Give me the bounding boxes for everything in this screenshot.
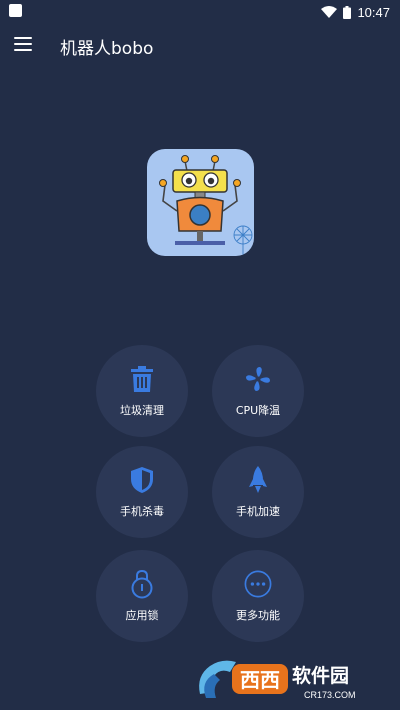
phone-boost-button[interactable]: 手机加速	[212, 446, 304, 538]
trash-icon	[128, 365, 156, 393]
more-features-button[interactable]: 更多功能	[212, 550, 304, 642]
robot-logo	[147, 149, 254, 256]
lock-icon	[128, 569, 156, 598]
status-icons: 10:47	[321, 3, 390, 21]
svg-text:CR173.COM: CR173.COM	[304, 690, 356, 700]
junk-clean-button[interactable]: 垃圾清理	[96, 345, 188, 437]
watermark-logo: 西西 软件园 CR173.COM	[196, 654, 386, 702]
notification-icon	[9, 4, 22, 17]
antivirus-button[interactable]: 手机杀毒	[96, 446, 188, 538]
rocket-icon	[244, 465, 272, 494]
app-lock-button[interactable]: 应用锁	[96, 550, 188, 642]
status-bar: 10:47	[0, 0, 400, 24]
battery-icon	[343, 5, 352, 19]
app-title: 机器人bobo	[60, 39, 154, 59]
feature-label: 手机杀毒	[120, 504, 164, 518]
status-time: 10:47	[357, 4, 390, 20]
wifi-icon	[321, 5, 338, 18]
svg-text:软件园: 软件园	[292, 664, 349, 687]
robot-illustration	[159, 155, 253, 255]
feature-label: 更多功能	[236, 608, 280, 622]
feature-label: CPU降温	[235, 403, 281, 417]
fan-icon	[244, 365, 272, 393]
feature-label: 手机加速	[236, 504, 280, 518]
shield-icon	[128, 466, 156, 494]
svg-text:西西: 西西	[240, 668, 280, 692]
menu-icon[interactable]	[14, 37, 32, 51]
app-bar: 机器人bobo	[0, 24, 400, 66]
feature-label: 垃圾清理	[120, 403, 164, 417]
cpu-cool-button[interactable]: CPU降温	[212, 345, 304, 437]
feature-label: 应用锁	[125, 608, 159, 622]
more-icon	[244, 570, 272, 598]
